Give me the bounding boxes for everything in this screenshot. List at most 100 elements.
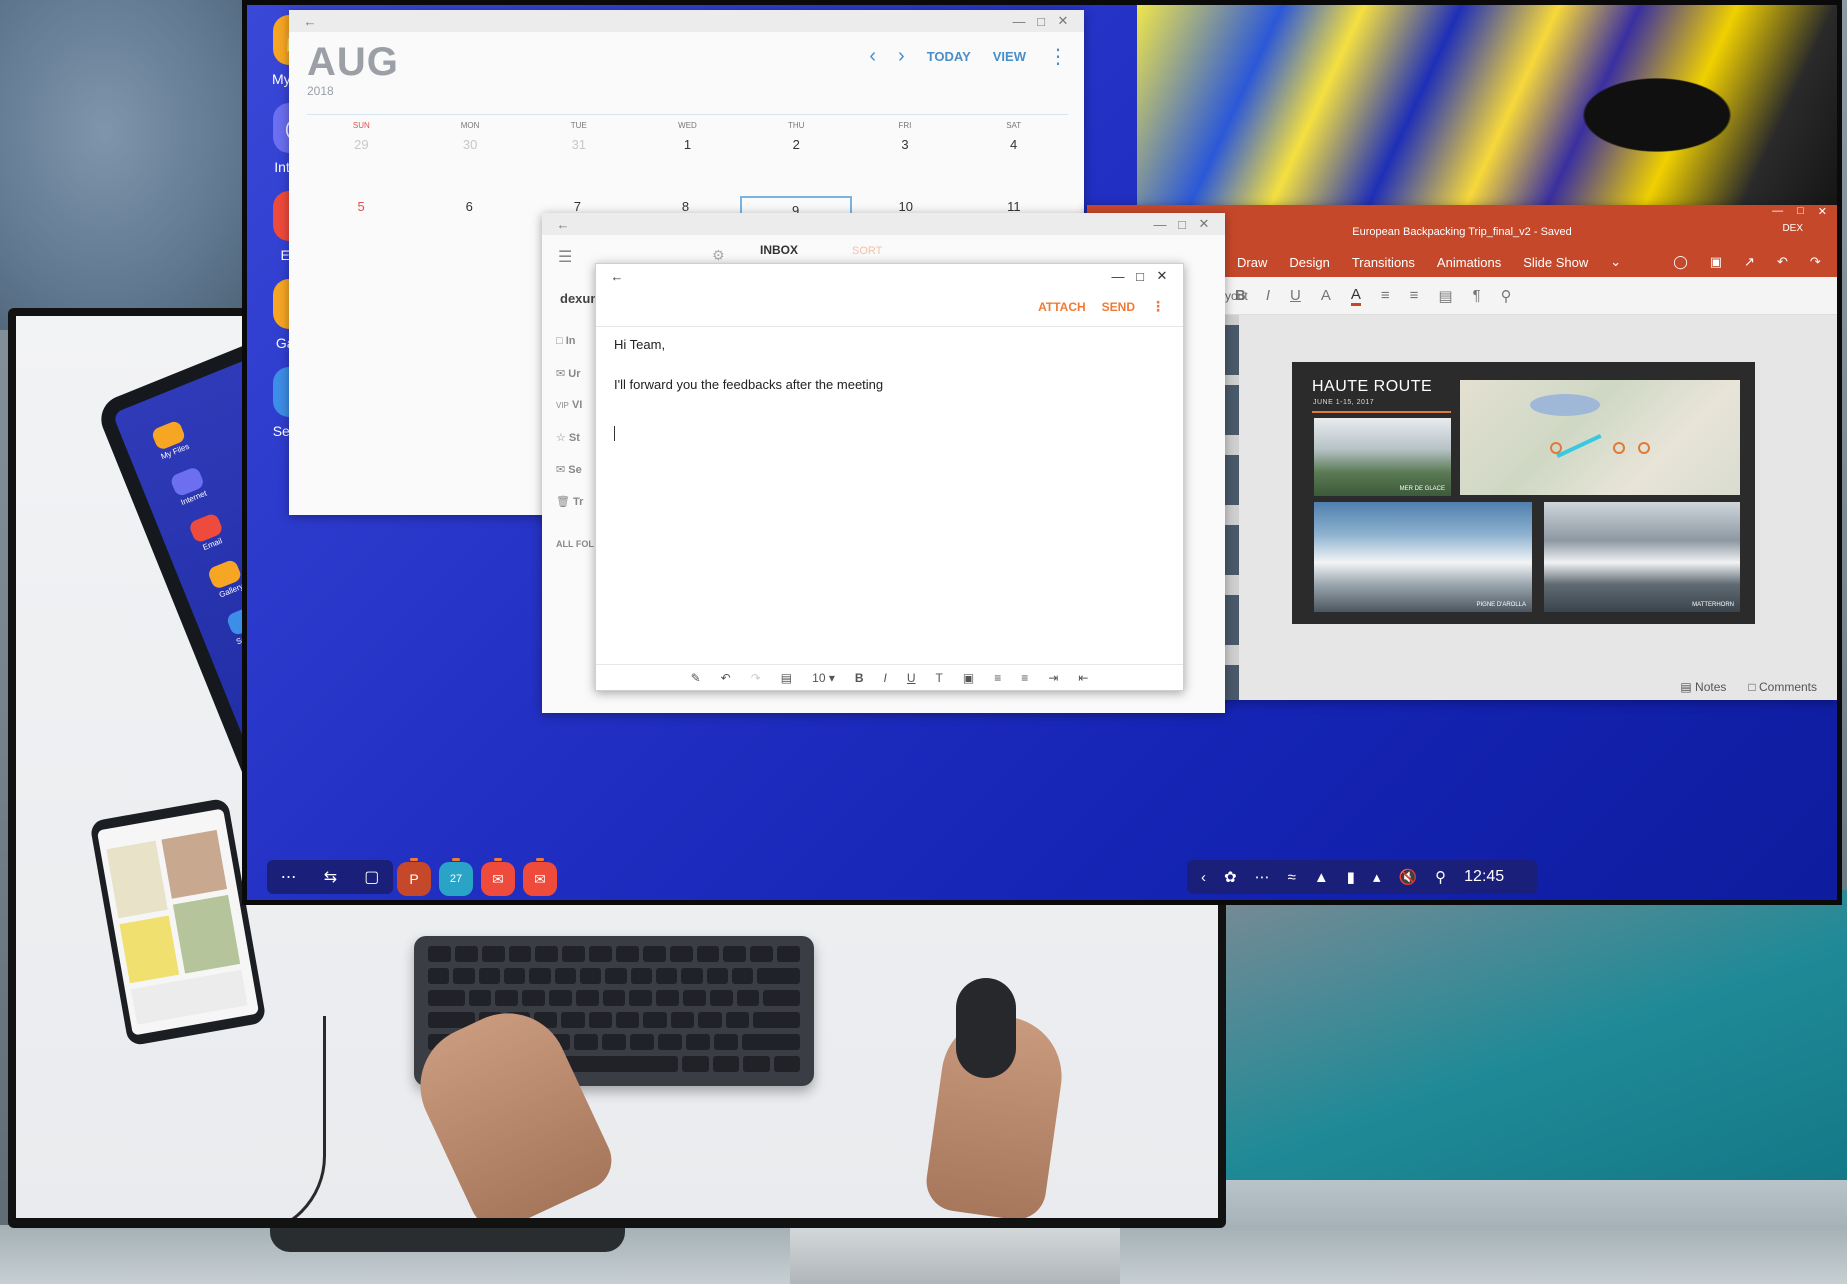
home-icon[interactable]: ▢	[364, 867, 379, 887]
text-color-icon[interactable]: T	[936, 671, 943, 685]
font-size-select[interactable]: 10 ▾	[812, 671, 835, 685]
menu-draw[interactable]: Draw	[1237, 255, 1267, 270]
numbering-icon[interactable]: ≡	[1021, 671, 1028, 685]
calendar-day[interactable]: 29	[307, 134, 416, 156]
view-button[interactable]: VIEW	[993, 49, 1026, 64]
mute-icon[interactable]: 🔇	[1398, 868, 1417, 886]
menu-animations[interactable]: Animations	[1437, 255, 1501, 270]
folder-trash[interactable]: 🗑 Tr	[556, 495, 583, 508]
undo-icon[interactable]: ↶	[721, 671, 731, 685]
indent-icon[interactable]: ⇥	[1048, 671, 1058, 685]
close-icon[interactable]: ✕	[1052, 13, 1074, 29]
close-icon[interactable]: ✕	[1193, 216, 1215, 232]
lightbulb-icon[interactable]: ◯	[1673, 254, 1688, 270]
background-color-icon[interactable]: ▣	[963, 671, 974, 685]
dex-icon[interactable]: ✿	[1224, 868, 1237, 886]
bold-icon[interactable]: B	[855, 671, 864, 685]
slide-canvas[interactable]: HAUTE ROUTE JUNE 1-15, 2017 MER DE GLACE…	[1292, 362, 1755, 624]
minimize-icon[interactable]: —	[1772, 205, 1783, 218]
numbering-icon[interactable]: ≡	[1410, 287, 1419, 304]
back-arrow-icon[interactable]: ←	[606, 269, 628, 284]
calendar-day[interactable]: 4	[959, 134, 1068, 156]
close-icon[interactable]: ✕	[1151, 268, 1173, 284]
expand-up-icon[interactable]: ▴	[1373, 868, 1381, 886]
font-color-icon[interactable]: A	[1350, 286, 1361, 306]
minimize-icon[interactable]: —	[1008, 14, 1030, 29]
maximize-icon[interactable]: □	[1171, 217, 1193, 232]
calendar-day[interactable]: 5	[307, 196, 415, 218]
calendar-day[interactable]: 3	[851, 134, 960, 156]
maximize-icon[interactable]: □	[1797, 205, 1804, 218]
chevron-left-icon[interactable]: ‹	[1201, 869, 1206, 886]
folder-vip[interactable]: VIP VI	[556, 399, 582, 411]
underline-icon[interactable]: U	[907, 671, 916, 685]
folder-starred[interactable]: ☆ St	[556, 431, 580, 444]
calendar-day[interactable]: 1	[633, 134, 742, 156]
minimize-icon[interactable]: —	[1107, 269, 1129, 284]
outdent-icon[interactable]: ⇤	[1078, 671, 1088, 685]
chevron-right-icon[interactable]: ›	[898, 45, 905, 68]
taskbar-app-calendar[interactable]: 27	[439, 858, 473, 896]
pen-icon[interactable]: ✎	[691, 671, 701, 685]
italic-icon[interactable]: I	[1266, 287, 1270, 304]
menu-transitions[interactable]: Transitions	[1352, 255, 1415, 270]
calendar-titlebar[interactable]: ← — □ ✕	[289, 10, 1084, 32]
more-options-icon[interactable]: ⋮	[1048, 44, 1068, 69]
folder-sent[interactable]: ✉ Se	[556, 463, 582, 476]
folder-inbox[interactable]: □ In	[556, 335, 575, 347]
calendar-day[interactable]: 31	[524, 134, 633, 156]
apps-grid-icon[interactable]: ⋯	[281, 867, 297, 887]
calendar-day[interactable]: 6	[415, 196, 523, 218]
today-button[interactable]: TODAY	[927, 49, 971, 64]
compose-body[interactable]: Hi Team, I'll forward you the feedbacks …	[614, 336, 1165, 447]
send-button[interactable]: SEND	[1102, 300, 1135, 314]
taskbar-app-email[interactable]: ✉	[481, 858, 515, 896]
layout-label[interactable]: yout	[1225, 289, 1248, 303]
wifi-icon[interactable]: ≈	[1288, 869, 1296, 886]
underline-icon[interactable]: U	[1290, 287, 1301, 304]
more-icon[interactable]: ⋯	[1255, 868, 1270, 886]
search-icon[interactable]: ⚲	[1435, 868, 1446, 886]
comments-button[interactable]: □ Comments	[1748, 680, 1817, 694]
bullets-icon[interactable]: ≡	[994, 671, 1001, 685]
attach-button[interactable]: ATTACH	[1038, 300, 1086, 314]
back-arrow-icon[interactable]: ←	[299, 14, 321, 29]
chevron-down-icon[interactable]: ⌄	[1610, 254, 1621, 270]
hamburger-menu-icon[interactable]: ☰	[558, 247, 572, 267]
menu-design[interactable]: Design	[1289, 255, 1329, 270]
image-icon[interactable]: ▤	[781, 671, 792, 685]
minimize-icon[interactable]: —	[1149, 217, 1171, 232]
account-badge[interactable]: DEX	[1782, 223, 1803, 234]
back-arrow-icon[interactable]: ←	[552, 217, 574, 232]
settings-gear-icon[interactable]: ⚙	[712, 247, 725, 264]
share-icon[interactable]: ↗	[1744, 254, 1755, 270]
all-folders-label[interactable]: ALL FOL	[556, 539, 594, 549]
email-titlebar[interactable]: ← — □ ✕	[542, 213, 1225, 235]
highlight-icon[interactable]: A	[1321, 287, 1331, 304]
redo-icon[interactable]: ↷	[751, 671, 761, 685]
folder-unread[interactable]: ✉ Ur	[556, 367, 581, 380]
maximize-icon[interactable]: □	[1030, 14, 1052, 29]
compose-titlebar[interactable]: ← — □ ✕	[596, 264, 1183, 288]
signal-icon[interactable]: ▲	[1314, 869, 1329, 886]
close-icon[interactable]: ✕	[1818, 205, 1827, 218]
italic-icon[interactable]: I	[884, 671, 887, 685]
maximize-icon[interactable]: □	[1129, 269, 1151, 284]
battery-icon[interactable]: ▮	[1347, 868, 1355, 886]
calendar-day[interactable]: 2	[742, 134, 851, 156]
menu-slide-show[interactable]: Slide Show	[1523, 255, 1588, 270]
search-icon[interactable]: ⚲	[1501, 287, 1512, 305]
recent-apps-icon[interactable]: ⇆	[324, 867, 337, 887]
present-icon[interactable]: ▣	[1710, 254, 1722, 270]
chevron-left-icon[interactable]: ‹	[869, 45, 876, 68]
bullets-icon[interactable]: ≡	[1381, 287, 1390, 304]
calendar-day[interactable]: 30	[416, 134, 525, 156]
undo-icon[interactable]: ↶	[1777, 254, 1788, 270]
taskbar-app-powerpoint[interactable]: P	[397, 858, 431, 896]
taskbar-app-email-compose[interactable]: ✉	[523, 858, 557, 896]
indent-icon[interactable]: ▤	[1438, 287, 1452, 305]
sort-button[interactable]: SORT	[852, 245, 882, 257]
redo-icon[interactable]: ↷	[1810, 254, 1821, 270]
paragraph-icon[interactable]: ¶	[1473, 287, 1481, 304]
notes-button[interactable]: ▤ Notes	[1680, 680, 1726, 694]
